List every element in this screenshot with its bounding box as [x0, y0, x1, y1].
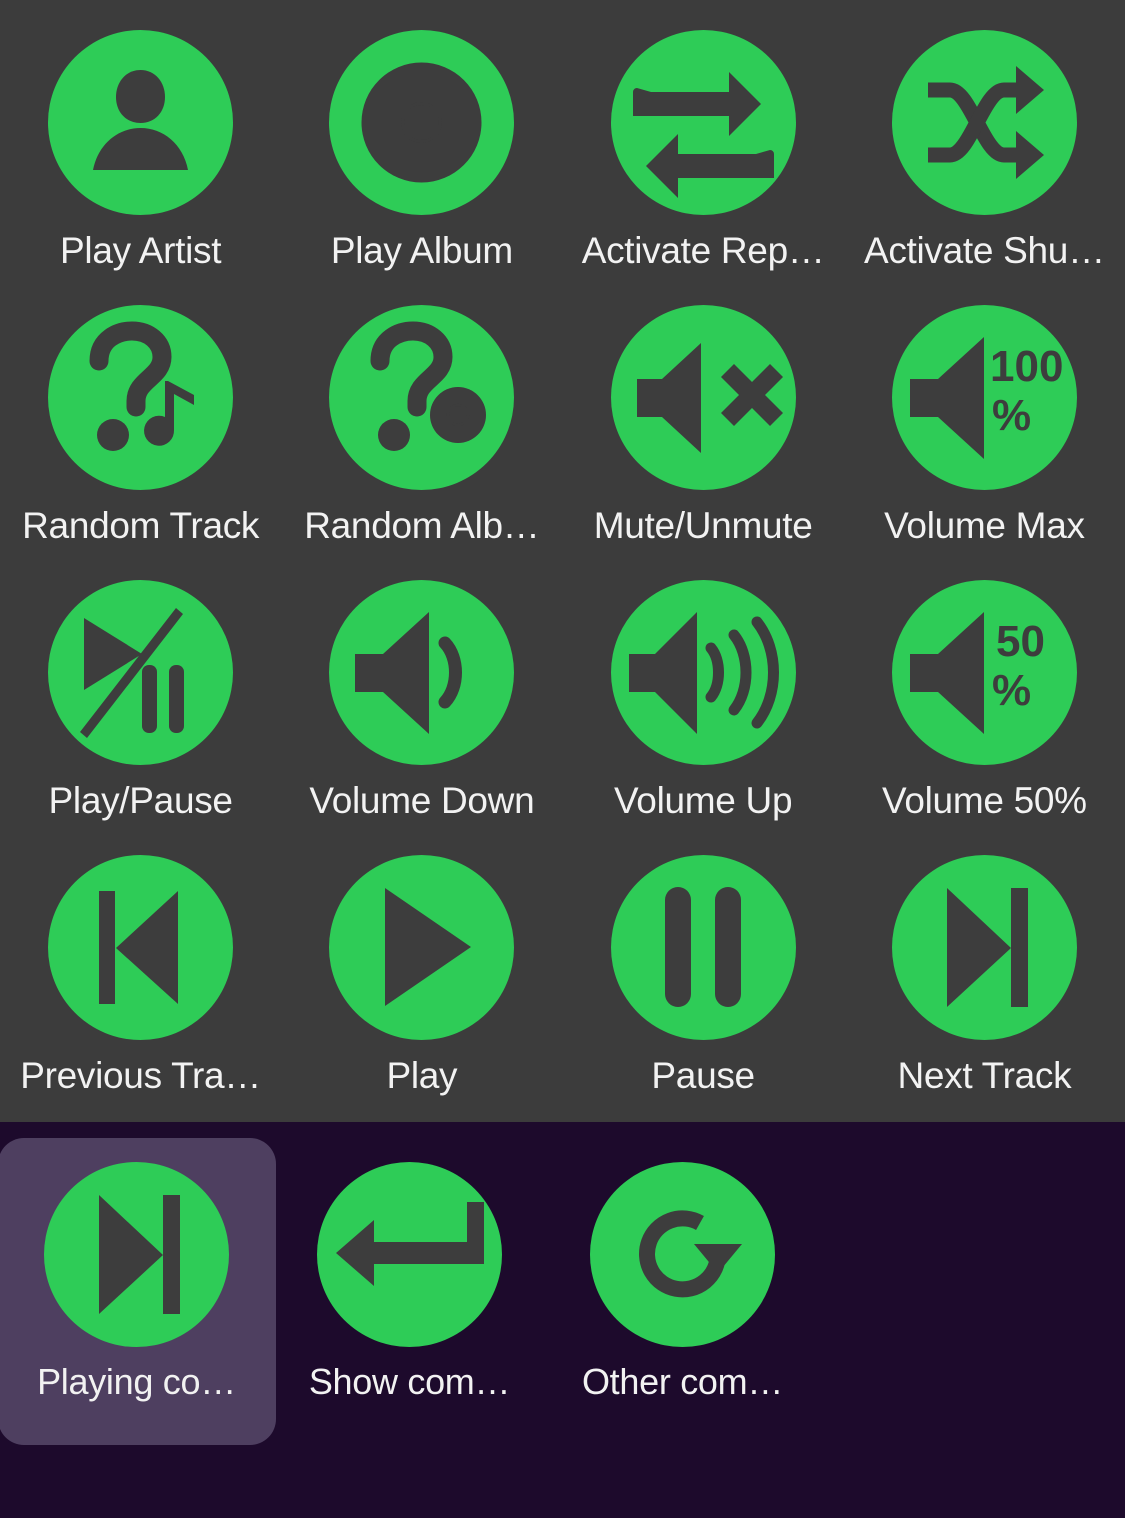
tile-label: Play [386, 1055, 458, 1096]
command-tile-random-album[interactable]: Random Alb… [281, 275, 562, 550]
play-icon [329, 855, 515, 1040]
previous-track-icon [48, 855, 234, 1040]
command-tile-play-album[interactable]: Play Album [281, 0, 562, 275]
next-track-icon [891, 855, 1077, 1040]
play-pause-slash-icon [48, 580, 234, 765]
command-tile-play[interactable]: Play [281, 825, 562, 1100]
tile-label: Play Artist [60, 230, 222, 271]
tile-label: Volume Max [884, 505, 1085, 546]
command-tile-previous-track[interactable]: Previous Tra… [0, 825, 281, 1100]
command-tile-volume-up[interactable]: Volume Up [563, 550, 844, 825]
command-tile-play-pause[interactable]: Play/Pause [0, 550, 281, 825]
command-tile-activate-repeat[interactable]: Activate Rep… [563, 0, 844, 275]
app-screen: Play Artist Play Album Activate Rep… Act… [0, 0, 1125, 1518]
tile-label: Random Track [22, 505, 260, 546]
command-tile-volume-down[interactable]: Volume Down [281, 550, 562, 825]
tile-label: Mute/Unmute [593, 505, 813, 546]
speaker-high-icon [610, 580, 796, 765]
commands-panel: Play Artist Play Album Activate Rep… Act… [0, 0, 1125, 1122]
command-tile-next-track[interactable]: Next Track [844, 825, 1125, 1100]
next-track-icon [44, 1162, 229, 1347]
tile-label: Next Track [897, 1055, 1072, 1096]
tile-label: Play/Pause [48, 780, 233, 821]
tile-label: Activate Rep… [581, 230, 825, 271]
command-tile-play-artist[interactable]: Play Artist [0, 0, 281, 275]
command-tile-activate-shuffle[interactable]: Activate Shu… [844, 0, 1125, 275]
speaker-percent-icon: 100 % [891, 305, 1077, 490]
tile-label: Volume Down [309, 780, 535, 821]
disc-icon [329, 30, 515, 215]
volume-unit: % [992, 391, 1031, 440]
tile-label: Show com… [308, 1361, 511, 1402]
tile-label: Playing co… [37, 1361, 236, 1402]
tile-label: Activate Shu… [863, 230, 1105, 271]
nav-tile-show-commands[interactable]: Show com… [273, 1134, 546, 1464]
refresh-icon [590, 1162, 775, 1347]
tile-label: Volume Up [613, 780, 793, 821]
question-music-note-icon [48, 305, 234, 490]
command-tile-pause[interactable]: Pause [563, 825, 844, 1100]
volume-value: 50 [996, 617, 1045, 666]
navigation-grid: Playing co… Show com… Other com… [0, 1122, 1125, 1464]
question-disc-icon [329, 305, 515, 490]
pause-icon [610, 855, 796, 1040]
nav-tile-playing-commands[interactable]: Playing co… [0, 1134, 276, 1464]
speaker-mute-icon [610, 305, 796, 490]
tile-label: Random Alb… [304, 505, 540, 546]
navigation-panel: Playing co… Show com… Other com… [0, 1122, 1125, 1518]
speaker-percent-icon: 50 % [891, 580, 1077, 765]
tile-label: Pause [651, 1055, 755, 1096]
tile-label: Previous Tra… [20, 1055, 262, 1096]
command-tile-random-track[interactable]: Random Track [0, 275, 281, 550]
command-tile-volume-50[interactable]: 50 % Volume 50% [844, 550, 1125, 825]
nav-tile-empty [819, 1134, 1092, 1464]
person-icon [48, 30, 234, 215]
speaker-low-icon [329, 580, 515, 765]
volume-unit: % [992, 666, 1031, 715]
repeat-icon [610, 30, 796, 215]
tile-label: Volume 50% [882, 780, 1087, 821]
tile-label: Play Album [330, 230, 513, 271]
commands-grid: Play Artist Play Album Activate Rep… Act… [0, 0, 1125, 1100]
shuffle-icon [891, 30, 1077, 215]
nav-tile-other-commands[interactable]: Other com… [546, 1134, 819, 1464]
command-tile-volume-max[interactable]: 100 % Volume Max [844, 275, 1125, 550]
tile-label: Other com… [581, 1361, 784, 1402]
command-tile-mute-unmute[interactable]: Mute/Unmute [563, 275, 844, 550]
volume-value: 100 [990, 342, 1063, 391]
enter-arrow-icon [317, 1162, 502, 1347]
